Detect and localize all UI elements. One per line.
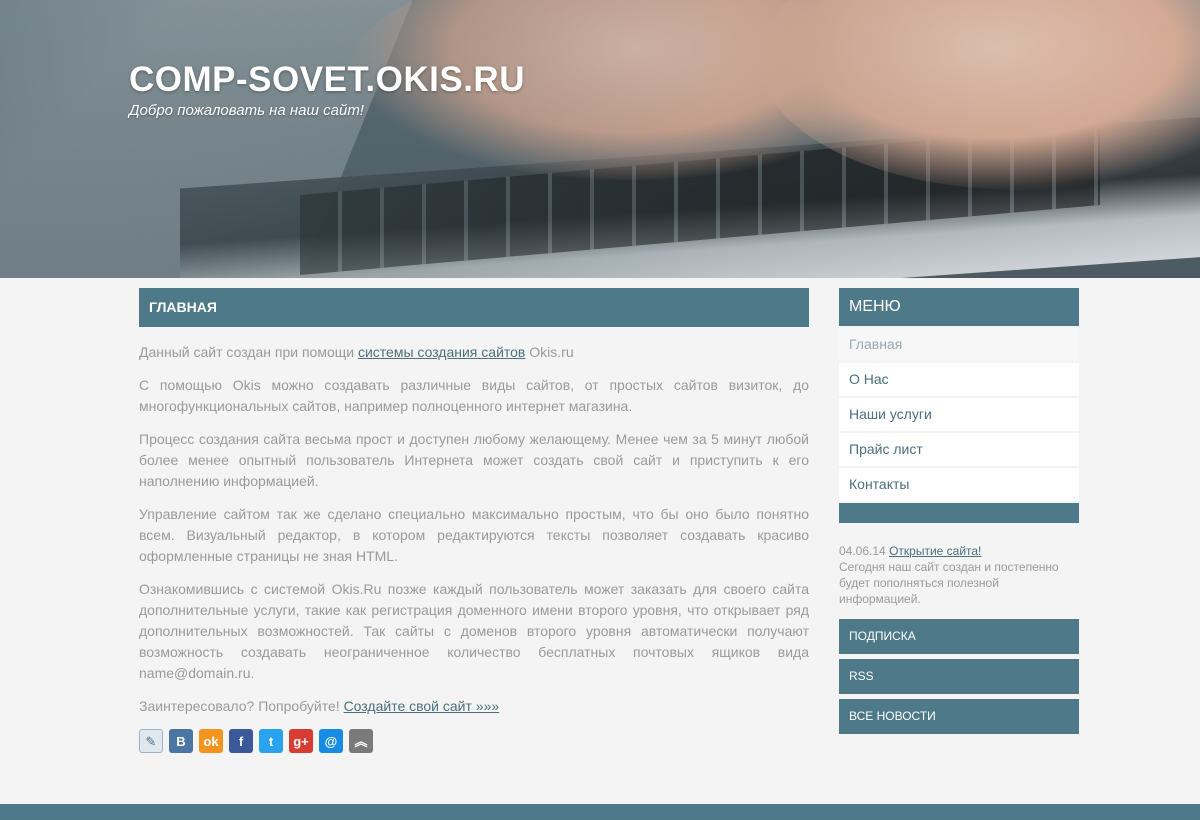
rss-button[interactable]: RSS <box>839 659 1079 694</box>
twitter-icon[interactable]: t <box>259 729 283 753</box>
footer-bar <box>0 804 1200 820</box>
news-text: Сегодня наш сайт создан и постепенно буд… <box>839 560 1059 606</box>
create-site-link[interactable]: Создайте свой сайт »»» <box>344 698 500 714</box>
sidebar-buttons: ПОДПИСКА RSS ВСЕ НОВОСТИ <box>839 619 1079 734</box>
menu-footer-bar <box>839 503 1079 523</box>
paragraph-intro: Данный сайт создан при помощи системы со… <box>139 342 809 363</box>
paragraph-process: Процесс создания сайта весьма прост и до… <box>139 431 809 489</box>
mailru-icon[interactable]: @ <box>319 729 343 753</box>
banner-overlay <box>0 0 1200 278</box>
paragraph-intro-suffix: Okis.ru <box>525 344 574 360</box>
header-banner: COMP-SOVET.OKIS.RU Добро пожаловать на н… <box>0 0 1200 278</box>
paragraph-cta: Заинтересовало? Попробуйте! Создайте сво… <box>139 696 809 717</box>
menu-list: Главная О Нас Наши услуги Прайс лист Контакт… <box>839 328 1079 501</box>
article-body: Данный сайт создан при помощи системы со… <box>139 342 809 753</box>
vkontakte-icon[interactable]: В <box>169 729 193 753</box>
facebook-icon[interactable]: f <box>229 729 253 753</box>
menu-title: МЕНЮ <box>839 288 1079 326</box>
paragraph-types: С помощью Okis можно создавать различные… <box>139 377 809 414</box>
cta-text: Заинтересовало? Попробуйте! <box>139 698 344 714</box>
site-title[interactable]: COMP-SOVET.OKIS.RU <box>129 60 525 100</box>
more-share-icon[interactable]: ︽ <box>349 729 373 753</box>
subscribe-button[interactable]: ПОДПИСКА <box>839 619 1079 654</box>
googleplus-icon[interactable]: g+ <box>289 729 313 753</box>
page-title: ГЛАВНАЯ <box>139 288 809 327</box>
news-title-link[interactable]: Открытие сайта! <box>889 544 981 558</box>
news-date: 04.06.14 <box>839 544 886 558</box>
sidebar: МЕНЮ Главная О Нас Наши услуги Прайс лист Ко… <box>839 288 1079 734</box>
site-builder-link[interactable]: системы создания сайтов <box>358 344 525 360</box>
main-content: ГЛАВНАЯ Данный сайт создан при помощи си… <box>139 288 809 753</box>
odnoklassniki-icon[interactable]: ok <box>199 729 223 753</box>
menu-item-1[interactable]: О Нас <box>839 363 1079 396</box>
site-tagline: Добро пожаловать на наш сайт! <box>129 102 364 119</box>
menu-item-3[interactable]: Прайс лист <box>839 433 1079 466</box>
menu-item-4[interactable]: Контакты <box>839 468 1079 501</box>
menu-item-0[interactable]: Главная <box>839 328 1079 361</box>
paragraph-management: Управление сайтом так же сделано специал… <box>139 506 809 564</box>
news-item: 04.06.14 Открытие сайта! Сегодня наш сай… <box>839 543 1079 607</box>
social-share-bar: ✎ Вok f t g+ @ ︽ <box>139 729 809 753</box>
paragraph-services: Ознакомившись с системой Okis.Ru позже к… <box>139 581 809 681</box>
menu-item-2[interactable]: Наши услуги <box>839 398 1079 431</box>
livejournal-icon[interactable]: ✎ <box>139 729 163 753</box>
paragraph-intro-text: Данный сайт создан при помощи <box>139 344 358 360</box>
all-news-button[interactable]: ВСЕ НОВОСТИ <box>839 699 1079 734</box>
